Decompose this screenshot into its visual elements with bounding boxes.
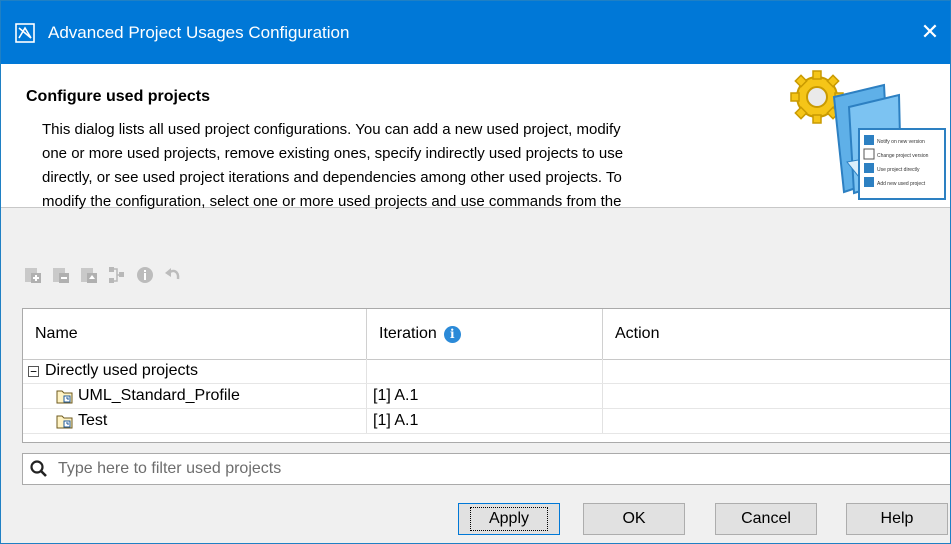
dialog-window: Advanced Project Usages Configuration ✕ … [0, 0, 951, 544]
filter-box [22, 453, 950, 485]
window-title: Advanced Project Usages Configuration [48, 23, 350, 42]
header-title: Configure used projects [26, 88, 211, 105]
project-folder-icon [56, 390, 73, 404]
column-header-iteration[interactable]: Iteration i [367, 309, 603, 359]
dependencies-icon [109, 267, 124, 283]
filter-input[interactable] [56, 459, 860, 479]
undo-button[interactable] [162, 264, 184, 286]
close-icon: ✕ [920, 19, 940, 44]
column-header-label: Name [35, 325, 78, 342]
iteration-value: [1] A.1 [373, 387, 419, 404]
iteration-cell: [1] A.1 [367, 384, 603, 408]
table-row[interactable]: UML_Standard_Profile [1] A.1 [23, 384, 950, 409]
description-line: modify the configuration, select one or … [42, 193, 622, 210]
add-used-project-button[interactable] [22, 264, 44, 286]
column-header-action[interactable]: Action [603, 309, 950, 359]
header-description: This dialog lists all used project confi… [42, 118, 772, 214]
name-cell: Test [23, 409, 367, 433]
info-button[interactable] [134, 264, 156, 286]
cancel-button[interactable]: Cancel [715, 503, 817, 535]
project-folder-icon [56, 415, 73, 429]
iteration-cell [367, 359, 603, 383]
help-button-label: Help [880, 510, 914, 527]
help-button[interactable]: Help [846, 503, 948, 535]
remove-used-project-button[interactable] [50, 264, 72, 286]
remove-used-project-icon [53, 268, 69, 283]
undo-icon [165, 268, 180, 280]
used-projects-table: Name Iteration i Action − Directly used … [22, 308, 950, 443]
table-row[interactable]: Test [1] A.1 [23, 409, 950, 434]
add-used-project-icon [25, 268, 41, 283]
title-bar[interactable]: Advanced Project Usages Configuration ✕ [1, 1, 950, 64]
info-icon[interactable]: i [443, 325, 461, 343]
description-line: directly, or see used project iterations… [42, 169, 622, 186]
column-header-label: Iteration [379, 325, 437, 342]
info-icon [137, 267, 153, 283]
apply-button-label: Apply [469, 507, 549, 531]
apply-button[interactable]: Apply [458, 503, 560, 535]
table-header: Name Iteration i Action [23, 309, 950, 360]
column-header-label: Action [615, 325, 660, 342]
description-line: one or more used projects, remove existi… [42, 145, 624, 162]
ok-button[interactable]: OK [583, 503, 685, 535]
button-bar: Apply OK Cancel Help [1, 503, 950, 535]
header-panel: Configure used projects This dialog list… [1, 64, 950, 210]
project-name: UML_Standard_Profile [78, 387, 240, 404]
illustration-item: Notify on new version [877, 139, 925, 145]
group-label: Directly used projects [45, 362, 198, 379]
illustration-item: Change project version [877, 153, 929, 159]
illustration-item: Add new used project [877, 181, 926, 187]
close-button[interactable]: ✕ [910, 14, 950, 50]
group-cell: − Directly used projects [23, 359, 367, 383]
use-directly-button[interactable] [78, 264, 100, 286]
app-icon [15, 23, 35, 43]
use-directly-icon [81, 268, 97, 283]
iteration-value: [1] A.1 [373, 412, 419, 429]
illustration-item: Use project directly [877, 167, 920, 173]
toolbar [22, 263, 184, 287]
dependencies-button[interactable] [106, 264, 128, 286]
name-cell: UML_Standard_Profile [23, 384, 367, 408]
checklist-icon: Notify on new version Change project ver… [858, 128, 946, 200]
description-line: This dialog lists all used project confi… [42, 121, 621, 138]
table-group-row[interactable]: − Directly used projects [23, 359, 950, 384]
column-header-name[interactable]: Name [23, 309, 367, 359]
search-icon [30, 460, 47, 477]
ok-button-label: OK [622, 510, 646, 527]
cancel-button-label: Cancel [741, 510, 791, 527]
project-name: Test [78, 412, 108, 429]
collapse-toggle[interactable]: − [28, 365, 39, 377]
iteration-cell: [1] A.1 [367, 409, 603, 433]
header-illustration: Notify on new version Change project ver… [790, 70, 946, 200]
